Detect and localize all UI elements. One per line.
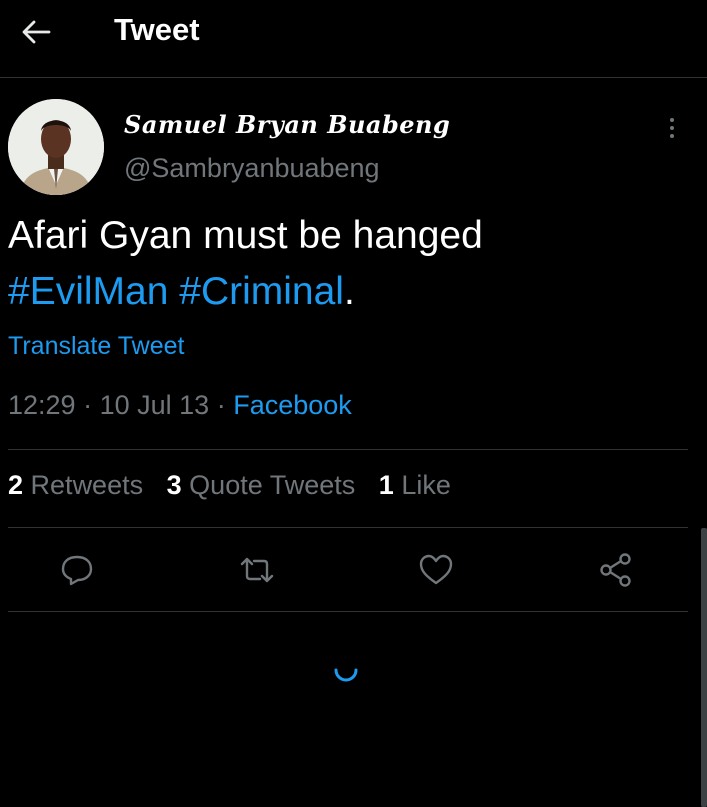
share-button[interactable] (596, 550, 636, 590)
meta-separator: · (216, 390, 226, 420)
more-options-button[interactable] (658, 112, 686, 144)
more-dot-icon (670, 126, 674, 130)
more-dot-icon (670, 118, 674, 122)
page-title: Tweet (114, 12, 200, 47)
author-handle[interactable]: @Sambryanbuabeng (124, 153, 380, 184)
quote-tweets-label: Quote Tweets (189, 470, 356, 500)
top-bar: Tweet (0, 0, 707, 78)
avatar[interactable] (8, 99, 104, 195)
likes-stat[interactable]: 1 Like (379, 470, 451, 500)
divider (8, 449, 688, 450)
hashtag-link[interactable]: #Criminal (179, 270, 344, 313)
loading-spinner-icon (334, 668, 358, 682)
tweet-time: 12:29 (8, 390, 76, 420)
divider (8, 527, 688, 528)
likes-count: 1 (378, 470, 394, 500)
retweets-stat[interactable]: 2 Retweets (8, 470, 143, 500)
tweet-stats: 2 Retweets 3 Quote Tweets 1 Like (8, 470, 467, 501)
share-icon (600, 553, 631, 587)
retweets-count: 2 (8, 470, 24, 500)
tweet-source-link[interactable]: Facebook (233, 390, 352, 420)
tweet-metadata: 12:29 · 10 Jul 13 · Facebook (8, 390, 352, 421)
user-avatar-image (8, 99, 104, 195)
retweet-button[interactable] (237, 550, 277, 590)
like-button[interactable] (416, 550, 456, 590)
arrow-left-icon (22, 20, 51, 44)
retweets-label: Retweets (30, 470, 144, 500)
quote-tweets-stat[interactable]: 3 Quote Tweets (167, 470, 356, 500)
tweet-date: 10 Jul 13 (99, 390, 210, 420)
reply-icon (61, 555, 93, 586)
translate-tweet-link[interactable]: Translate Tweet (8, 332, 184, 361)
meta-separator: · (83, 390, 93, 420)
tweet-trailing-text: . (343, 270, 355, 313)
like-icon (419, 554, 453, 585)
reply-button[interactable] (57, 550, 97, 590)
tweet-text: Afari Gyan must be hanged #EvilMan #Crim… (8, 208, 688, 320)
tweet-body-text: Afari Gyan must be hanged (8, 214, 483, 257)
quote-tweets-count: 3 (166, 470, 182, 500)
hashtag-link[interactable]: #EvilMan (8, 270, 168, 313)
scrollbar[interactable] (701, 528, 707, 807)
author-display-name[interactable]: Samuel Bryan Buabeng (124, 110, 450, 139)
divider (8, 611, 688, 612)
more-dot-icon (670, 134, 674, 138)
retweet-icon (240, 557, 274, 583)
back-button[interactable] (14, 12, 58, 52)
likes-label: Like (401, 470, 451, 500)
